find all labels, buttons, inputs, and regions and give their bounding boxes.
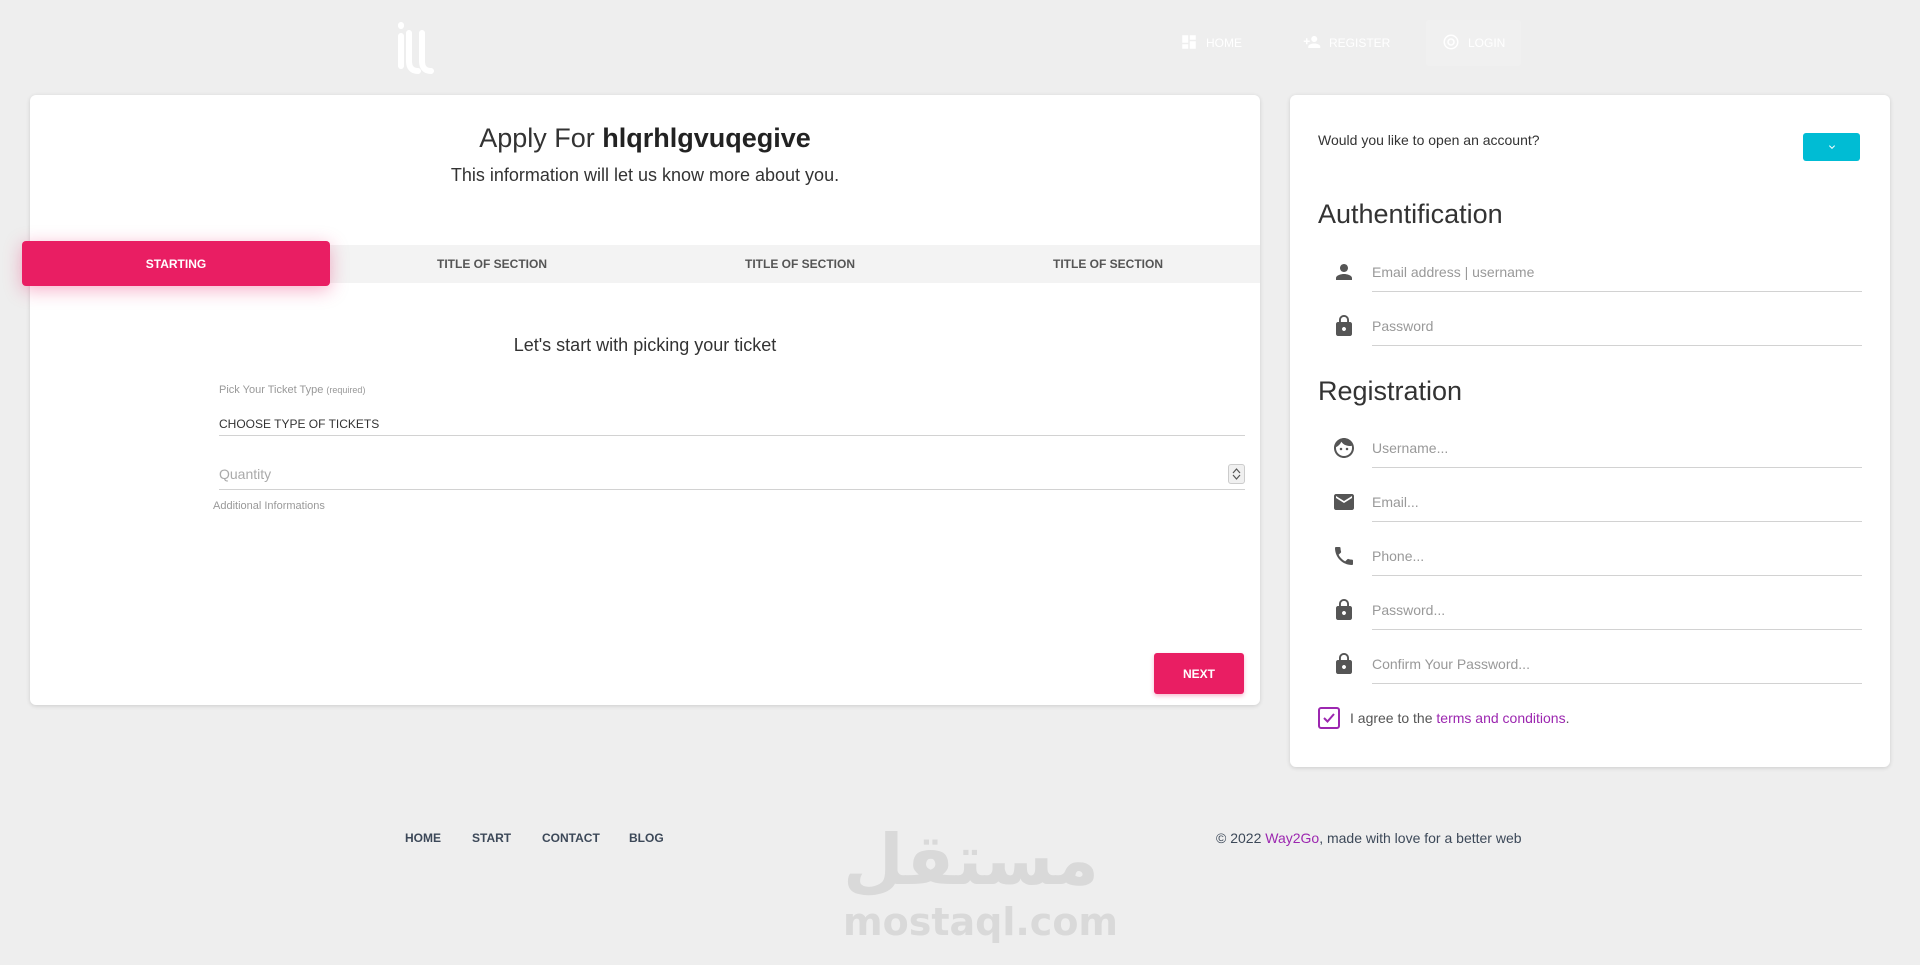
ticket-type-label: Pick Your Ticket Type (required) — [219, 384, 365, 396]
lock-icon — [1332, 652, 1356, 676]
nav-login-link[interactable]: Login — [1426, 20, 1522, 66]
tab-starting[interactable]: Starting — [22, 241, 330, 286]
chevron-down-icon — [1828, 145, 1835, 149]
terms-prefix: I agree to the — [1350, 710, 1433, 726]
ticket-type-label-text: Pick Your Ticket Type — [219, 384, 324, 396]
copyright-prefix: © 2022 — [1216, 830, 1262, 846]
reg-password-input[interactable]: Password... — [1372, 590, 1862, 630]
chevron-down-icon — [1232, 474, 1241, 480]
expand-account-button[interactable] — [1803, 133, 1860, 161]
step-heading: Let's start with picking your ticket — [513, 335, 777, 355]
nav-register-link[interactable]: Register — [1287, 20, 1406, 66]
required-note: (required) — [326, 385, 366, 395]
reg-username-row: Username... — [1318, 428, 1862, 468]
wizard-card: Apply For hlqrhlgvuqegive This informati… — [22, 95, 1262, 705]
login-password-row: Password — [1318, 306, 1862, 346]
terms-suffix: . — [1565, 710, 1570, 726]
additional-info-label: Additional Informations — [213, 500, 325, 512]
fingerprint-icon — [1442, 33, 1460, 54]
terms-row: I agree to the terms and conditions. — [1318, 707, 1569, 729]
tab-section-3[interactable]: Title of Section — [954, 245, 1262, 283]
authentification-heading: Authentification — [1318, 199, 1503, 229]
footer-home-link[interactable]: Home — [405, 831, 441, 845]
quantity-spinner[interactable] — [1228, 464, 1245, 484]
tab-section-2[interactable]: Title of Section — [646, 245, 954, 283]
reg-username-input[interactable]: Username... — [1372, 428, 1862, 468]
reg-email-row: Email... — [1318, 482, 1862, 522]
reg-phone-input[interactable]: Phone... — [1372, 536, 1862, 576]
check-icon — [1323, 713, 1335, 723]
face-icon — [1332, 436, 1356, 460]
copyright: © 2022 Way2Go, made with love for a bett… — [1216, 830, 1522, 846]
auth-card: Would you like to open an account? Authe… — [1290, 95, 1890, 767]
lock-icon — [1332, 598, 1356, 622]
nav-home-link[interactable]: Home — [1164, 20, 1258, 66]
reg-confirm-password-input[interactable]: Confirm Your Password... — [1372, 644, 1862, 684]
wizard-title-prefix: Apply For — [479, 123, 595, 153]
reg-email-input[interactable]: Email... — [1372, 482, 1862, 522]
copyright-suffix: , made with love for a better web — [1319, 830, 1522, 846]
nav-register-label: Register — [1329, 36, 1391, 50]
email-icon — [1332, 490, 1356, 514]
footer-contact-link[interactable]: Contact — [542, 831, 600, 845]
login-email-input[interactable]: Email address | username — [1372, 252, 1862, 292]
phone-icon — [1332, 544, 1356, 568]
nav-login-label: Login — [1468, 36, 1506, 50]
brand-logo[interactable] — [396, 18, 436, 74]
dashboard-icon — [1180, 33, 1198, 54]
registration-heading: Registration — [1318, 376, 1463, 406]
watermark-latin: mostaql.com — [843, 900, 1119, 944]
login-password-input[interactable]: Password — [1372, 306, 1862, 346]
reg-phone-row: Phone... — [1318, 536, 1862, 576]
reg-password-row: Password... — [1318, 590, 1862, 630]
tab-section-1[interactable]: Title of Section — [338, 245, 646, 283]
footer-blog-link[interactable]: Blog — [629, 831, 664, 845]
wizard-subtitle: This information will let us know more a… — [450, 165, 840, 185]
login-email-row: Email address | username — [1318, 252, 1862, 292]
next-button[interactable]: Next — [1154, 653, 1244, 694]
open-account-question: Would you like to open an account? — [1318, 132, 1540, 148]
reg-confirm-row: Confirm Your Password... — [1318, 644, 1862, 684]
wizard-title-name: hlqrhlgvuqegive — [602, 123, 811, 153]
watermark-arabic: مستقل — [843, 819, 1100, 901]
lock-icon — [1332, 314, 1356, 338]
quantity-placeholder: Quantity — [219, 466, 272, 482]
terms-checkbox[interactable] — [1318, 707, 1340, 729]
terms-text: I agree to the terms and conditions. — [1350, 710, 1569, 726]
quantity-input[interactable]: Quantity — [219, 459, 1245, 490]
person-add-icon — [1303, 33, 1321, 54]
brand-link[interactable]: Way2Go — [1265, 830, 1319, 846]
chevron-up-icon — [1232, 468, 1241, 474]
terms-link[interactable]: terms and conditions — [1436, 710, 1565, 726]
footer-start-link[interactable]: Start — [472, 831, 511, 845]
wizard-title: Apply For hlqrhlgvuqegive — [30, 123, 1260, 154]
person-icon — [1332, 260, 1356, 284]
navbar: Home Register Login — [0, 0, 1920, 80]
ticket-type-select[interactable]: Choose Type of Tickets — [219, 412, 1245, 436]
nav-home-label: Home — [1206, 36, 1242, 50]
